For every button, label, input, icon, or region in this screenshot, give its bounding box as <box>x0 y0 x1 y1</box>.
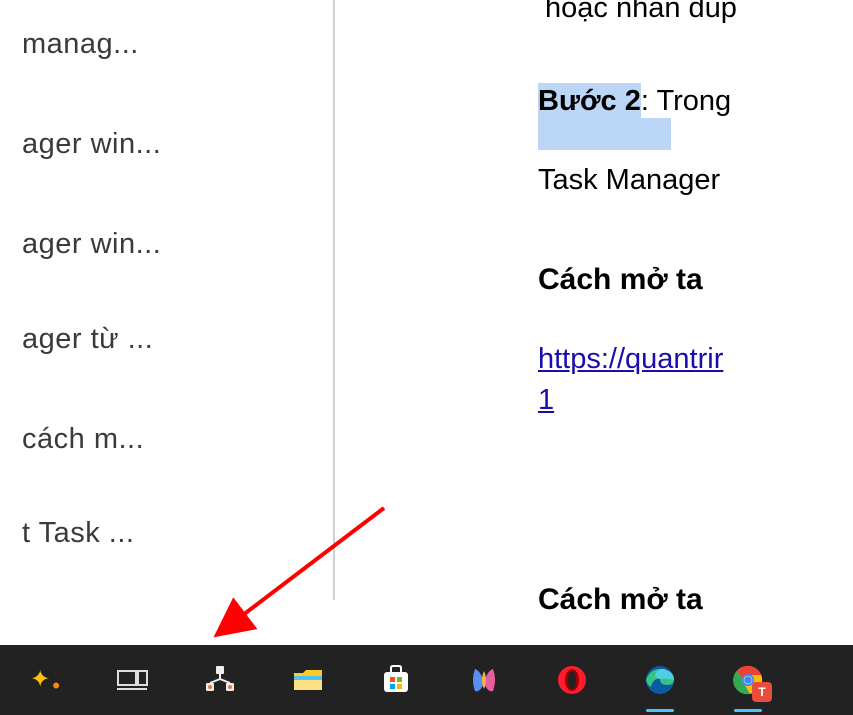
sidebar-item-label: cách m... <box>22 423 144 455</box>
link-anchor-1[interactable]: https://quantrir <box>538 343 723 375</box>
ms-store-icon <box>379 663 413 697</box>
truncated-text: hoặc nhấn đúp <box>545 0 737 25</box>
sidebar-item[interactable]: manag... <box>0 28 139 61</box>
sidebar-item[interactable]: ager win... <box>0 228 161 261</box>
sidebar-item[interactable]: t Task ... <box>0 517 134 550</box>
content: hoặc nhấn đúp Bước 2: Trong Task Manager… <box>335 0 853 600</box>
heading-2: Cách mở ta <box>538 583 703 617</box>
sidebar-item-label: t Task ... <box>22 517 134 549</box>
link-line-2[interactable]: 1 <box>538 384 554 417</box>
step-bold: Bước 2 <box>538 85 641 117</box>
task-manager-text: Task Manager <box>538 164 720 197</box>
link-anchor-2[interactable]: 1 <box>538 384 554 416</box>
opera-icon <box>555 663 589 697</box>
sidebar-item[interactable]: ager từ ... <box>0 323 153 356</box>
taskbar-edge[interactable] <box>636 656 684 704</box>
selection-highlight <box>538 118 671 150</box>
sidebar-item[interactable]: ager win... <box>0 128 161 161</box>
sparkle-icon: ✦• <box>30 668 58 692</box>
step-line: Bước 2: Trong <box>538 83 731 120</box>
taskbar: ✦• <box>0 645 853 715</box>
step-rest: : Trong <box>641 85 731 117</box>
heading-1: Cách mở ta <box>538 263 703 297</box>
copilot-icon <box>467 663 501 697</box>
sidebar-item-label: ager từ ... <box>22 323 153 355</box>
chrome-badge: T <box>752 682 772 702</box>
taskbar-sparkle[interactable]: ✦• <box>20 656 68 704</box>
taskbar-third[interactable] <box>196 656 244 704</box>
sidebar-item-label: manag... <box>22 28 139 60</box>
taskbar-task-view[interactable] <box>108 656 156 704</box>
sidebar-item-label: ager win... <box>22 128 161 160</box>
taskbar-chrome[interactable]: T <box>724 656 772 704</box>
link-line-1[interactable]: https://quantrir <box>538 343 723 376</box>
edge-icon <box>643 663 677 697</box>
sidebar-item[interactable]: cách m... <box>0 423 144 456</box>
sidebar: manag... ager win... ager win... ager từ… <box>0 0 335 600</box>
taskbar-copilot[interactable] <box>460 656 508 704</box>
taskbar-file-explorer[interactable] <box>284 656 332 704</box>
file-explorer-icon <box>291 663 325 697</box>
sidebar-item-label: ager win... <box>22 228 161 260</box>
taskbar-ms-store[interactable] <box>372 656 420 704</box>
task-view-icon <box>115 663 149 697</box>
network-icon <box>203 663 237 697</box>
taskbar-opera[interactable] <box>548 656 596 704</box>
